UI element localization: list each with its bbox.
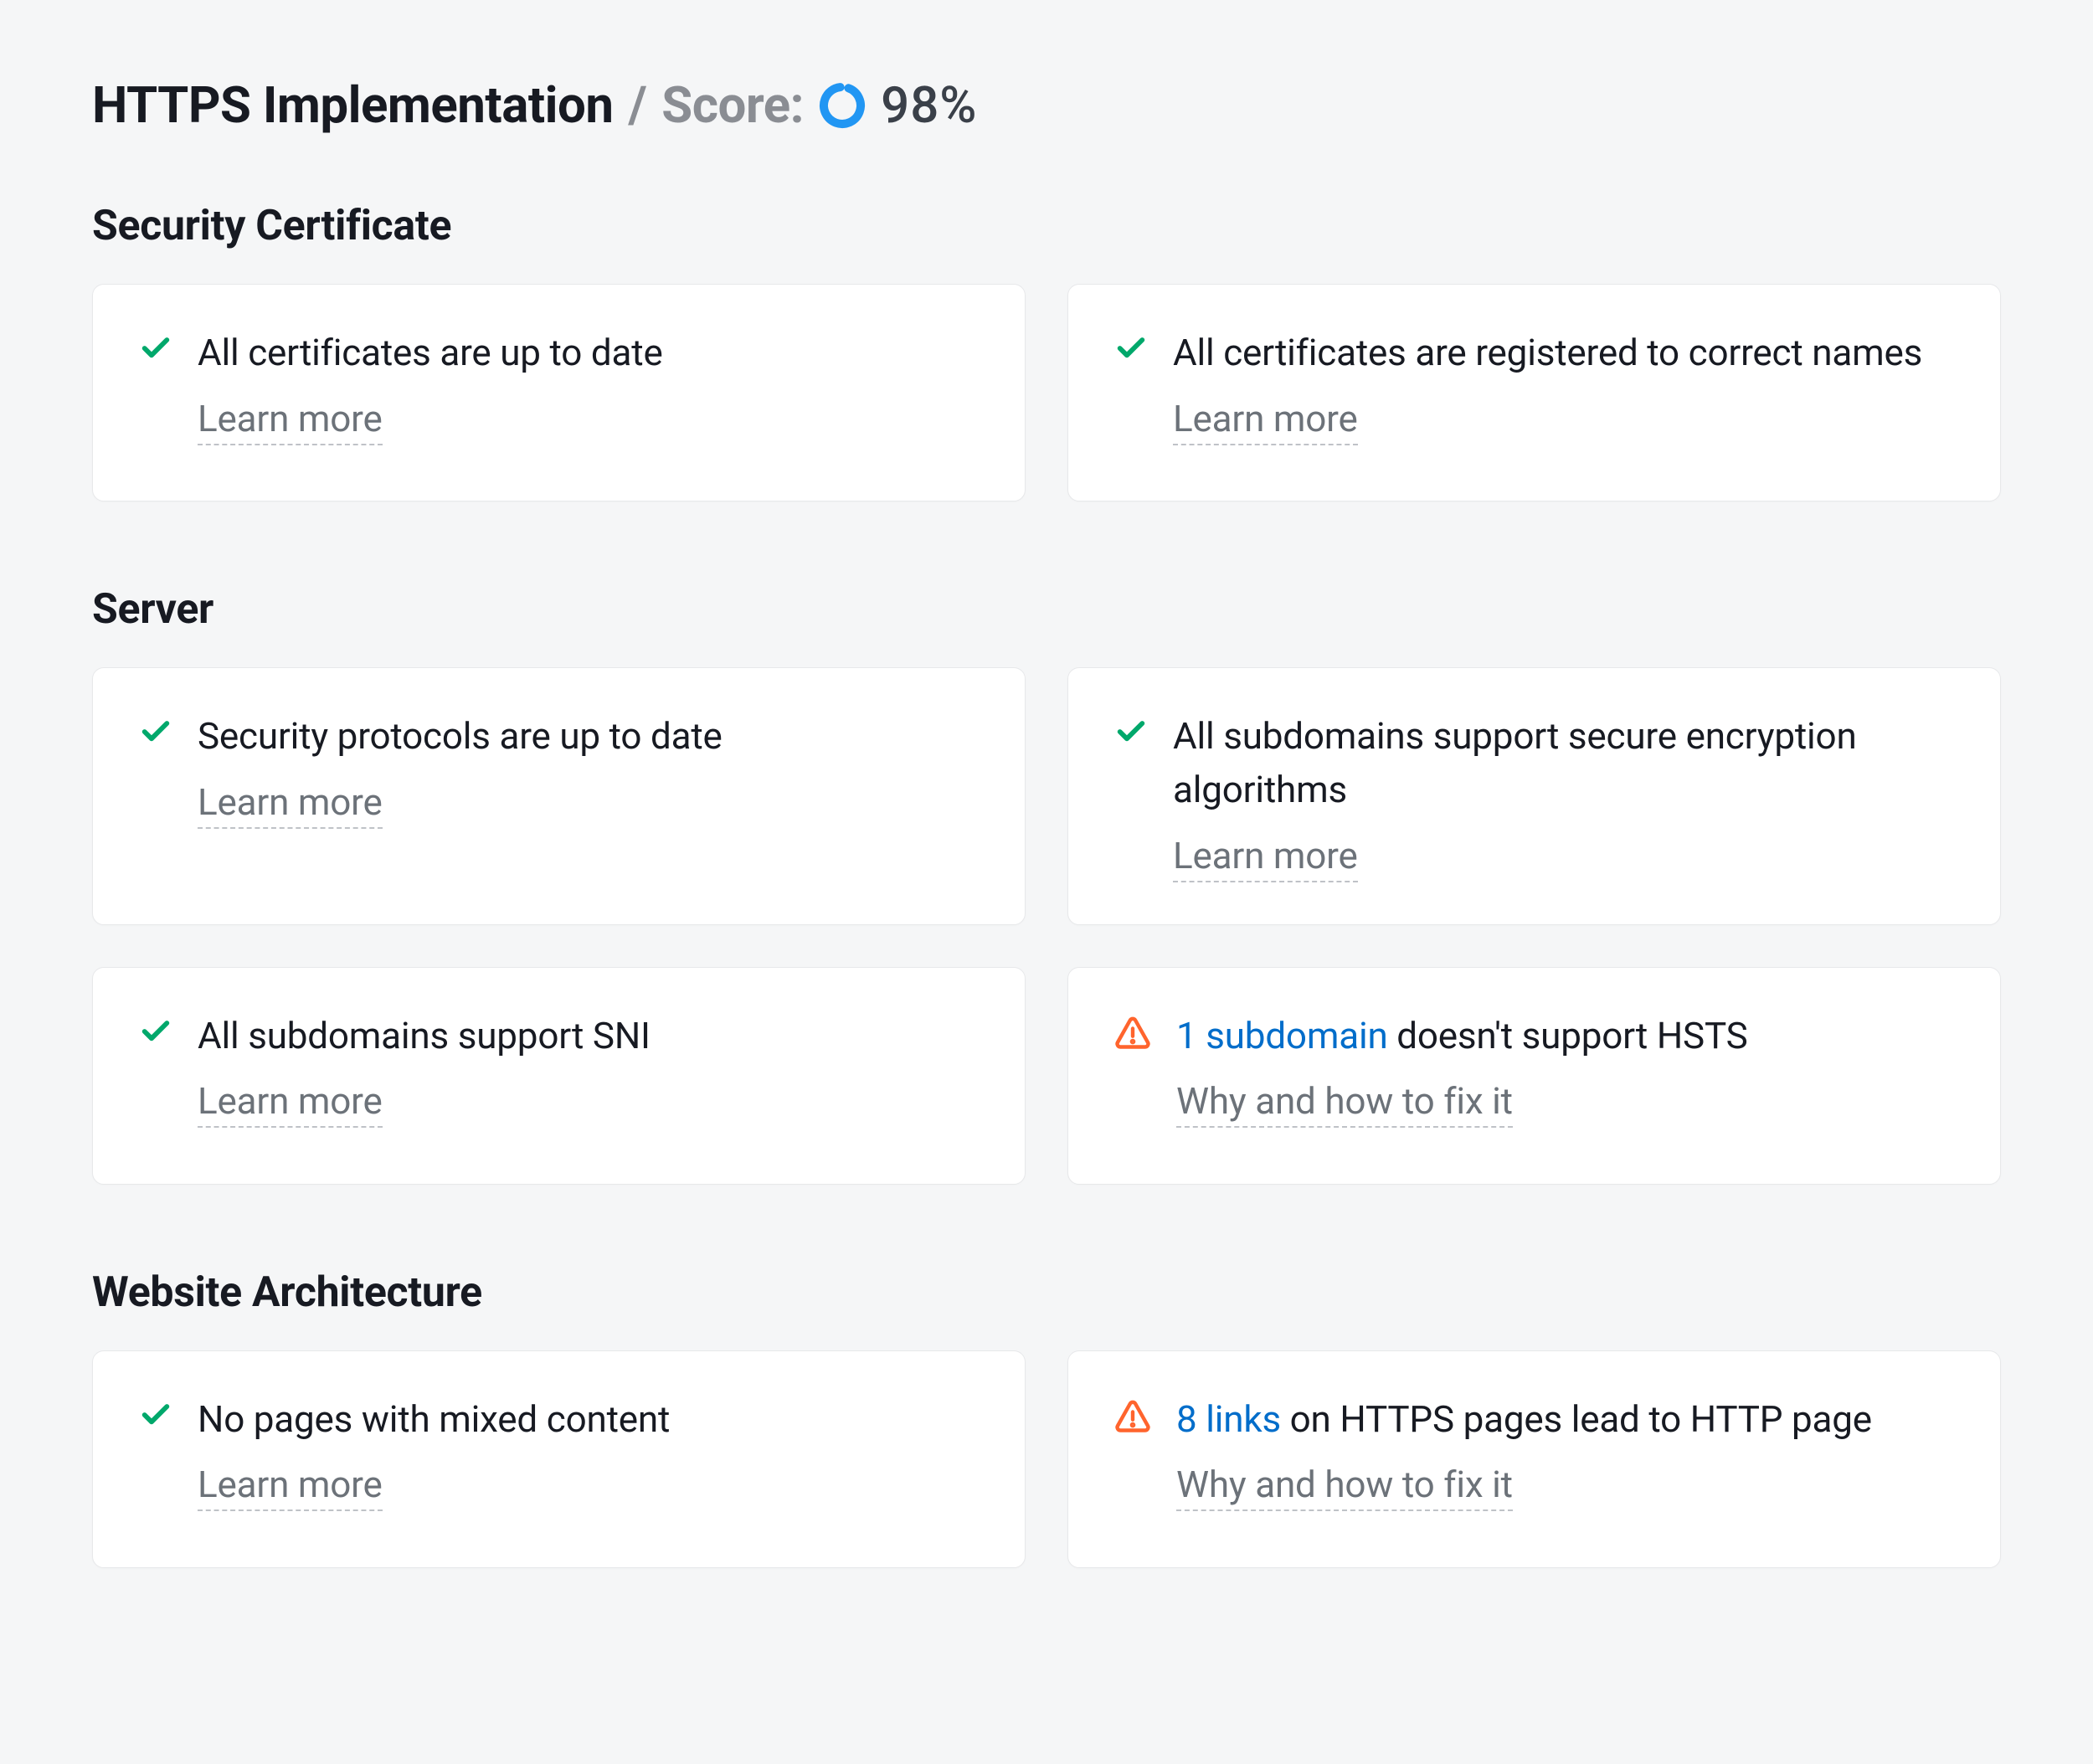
card-body: No pages with mixed content Learn more xyxy=(198,1393,979,1512)
section-title: Website Architecture xyxy=(92,1268,2001,1317)
learn-more-link[interactable]: Learn more xyxy=(198,1079,383,1128)
warning-card: 1 subdomain doesn't support HSTS Why and… xyxy=(1067,967,2001,1185)
check-icon xyxy=(139,1010,172,1048)
card-body: 1 subdomain doesn't support HSTS Why and… xyxy=(1176,1010,1954,1129)
card-text: 8 links on HTTPS pages lead to HTTP page xyxy=(1176,1393,1954,1447)
learn-more-link[interactable]: Learn more xyxy=(1173,834,1358,882)
card-body: All subdomains support secure encryption… xyxy=(1173,710,1954,882)
warning-icon xyxy=(1114,1010,1151,1052)
card-grid: All subdomains support SNI Learn more 1 … xyxy=(92,967,2001,1185)
card-text: All subdomains support secure encryption… xyxy=(1173,710,1954,817)
section-server: Server Security protocols are up to date… xyxy=(92,585,2001,1185)
page-header: HTTPS Implementation / Score: 98% xyxy=(92,75,2001,135)
card-body: All subdomains support SNI Learn more xyxy=(198,1010,979,1129)
issue-rest: on HTTPS pages lead to HTTP page xyxy=(1281,1397,1872,1441)
section-title: Security Certificate xyxy=(92,202,2001,250)
section-security-certificate: Security Certificate All certificates ar… xyxy=(92,202,2001,501)
card-text: 1 subdomain doesn't support HSTS xyxy=(1176,1010,1954,1063)
score-value: 98% xyxy=(881,75,977,135)
card-text: Security protocols are up to date xyxy=(198,710,979,764)
page-title-divider: / xyxy=(629,75,647,135)
card-text: No pages with mixed content xyxy=(198,1393,979,1447)
score-label: Score: xyxy=(661,75,804,135)
check-icon xyxy=(1114,327,1148,365)
fix-link[interactable]: Why and how to fix it xyxy=(1176,1079,1513,1128)
score-ring-icon xyxy=(819,82,866,129)
issue-count-link[interactable]: 1 subdomain xyxy=(1176,1014,1388,1057)
check-card: All subdomains support SNI Learn more xyxy=(92,967,1026,1185)
learn-more-link[interactable]: Learn more xyxy=(198,780,383,829)
card-text: All certificates are up to date xyxy=(198,327,979,380)
issue-count-link[interactable]: 8 links xyxy=(1176,1397,1281,1441)
fix-link[interactable]: Why and how to fix it xyxy=(1176,1463,1513,1511)
issue-rest: doesn't support HSTS xyxy=(1388,1014,1748,1057)
page-title-main: HTTPS Implementation xyxy=(92,75,614,135)
card-body: Security protocols are up to date Learn … xyxy=(198,710,979,829)
warning-card: 8 links on HTTPS pages lead to HTTP page… xyxy=(1067,1350,2001,1568)
warning-icon xyxy=(1114,1393,1151,1435)
check-card: Security protocols are up to date Learn … xyxy=(92,667,1026,925)
check-card: All certificates are registered to corre… xyxy=(1067,284,2001,501)
learn-more-link[interactable]: Learn more xyxy=(198,1463,383,1511)
card-grid: All certificates are up to date Learn mo… xyxy=(92,284,2001,501)
check-icon xyxy=(139,710,172,748)
card-grid: No pages with mixed content Learn more 8… xyxy=(92,1350,2001,1568)
learn-more-link[interactable]: Learn more xyxy=(198,397,383,445)
check-icon xyxy=(139,1393,172,1432)
card-grid: Security protocols are up to date Learn … xyxy=(92,667,2001,925)
learn-more-link[interactable]: Learn more xyxy=(1173,397,1358,445)
check-icon xyxy=(1114,710,1148,748)
section-website-architecture: Website Architecture No pages with mixed… xyxy=(92,1268,2001,1568)
card-body: All certificates are registered to corre… xyxy=(1173,327,1954,445)
card-body: 8 links on HTTPS pages lead to HTTP page… xyxy=(1176,1393,1954,1512)
card-text: All subdomains support SNI xyxy=(198,1010,979,1063)
card-text: All certificates are registered to corre… xyxy=(1173,327,1954,380)
section-title: Server xyxy=(92,585,2001,634)
check-card: No pages with mixed content Learn more xyxy=(92,1350,1026,1568)
card-body: All certificates are up to date Learn mo… xyxy=(198,327,979,445)
check-card: All subdomains support secure encryption… xyxy=(1067,667,2001,925)
check-card: All certificates are up to date Learn mo… xyxy=(92,284,1026,501)
check-icon xyxy=(139,327,172,365)
